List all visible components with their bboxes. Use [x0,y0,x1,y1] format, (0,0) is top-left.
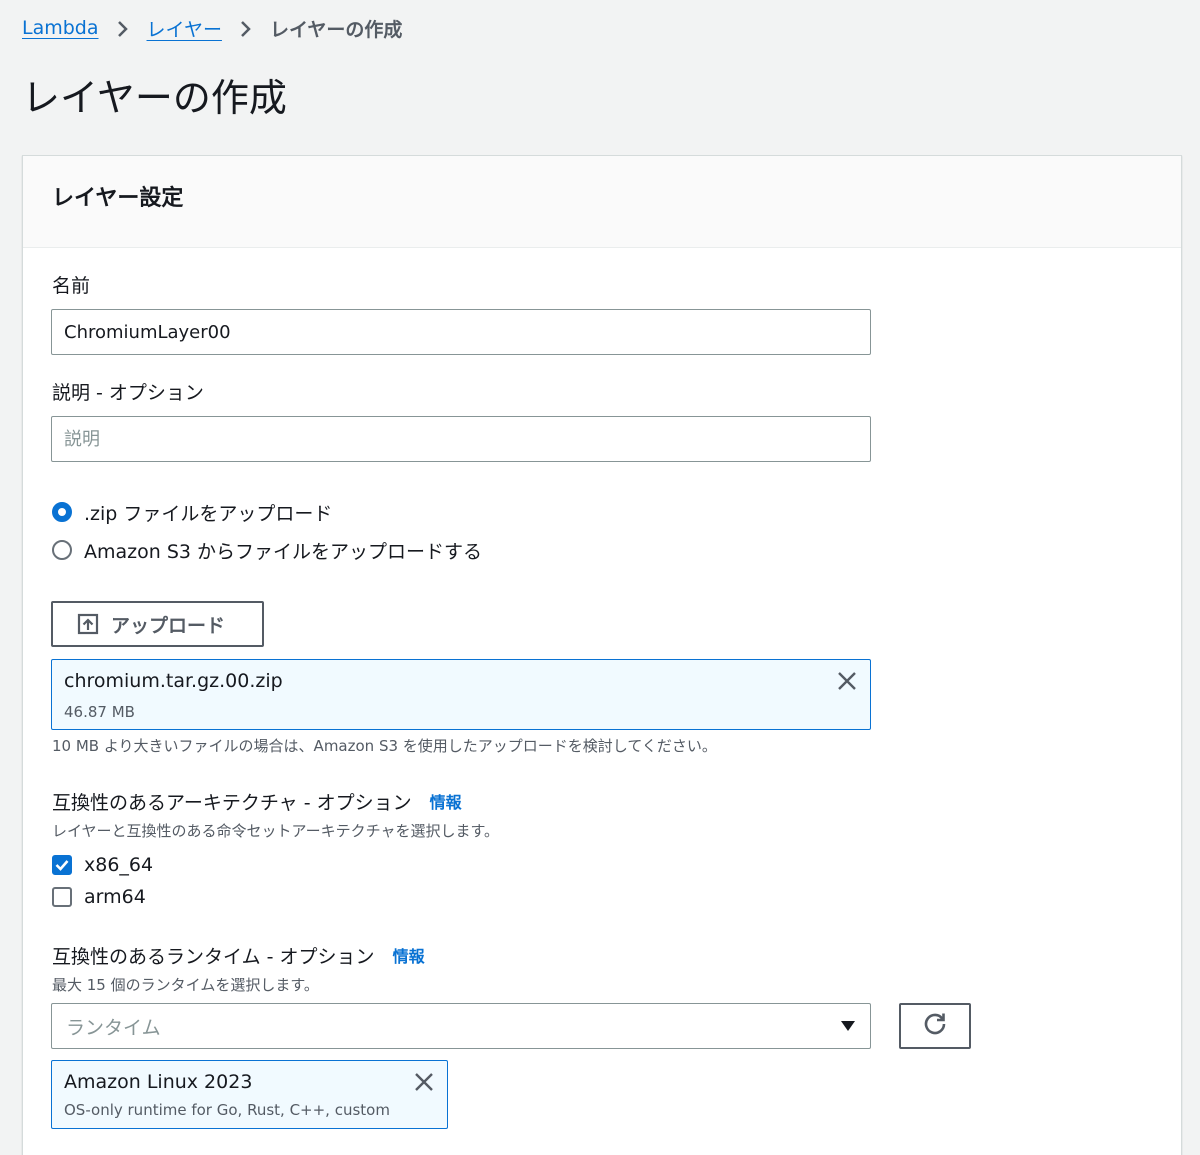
runtimes-info-link[interactable]: 情報 [393,943,425,971]
description-input[interactable] [51,416,871,462]
architectures-label: 互換性のあるアーキテクチャ - オプション [52,792,412,814]
radio-unselected-icon [52,540,72,560]
page-title: レイヤーの作成 [22,76,287,120]
upload-icon [77,613,99,635]
upload-button-label: アップロード [111,614,226,637]
breadcrumb-current: レイヤーの作成 [269,18,403,41]
panel-title: レイヤー設定 [52,186,184,211]
checkbox-label: x86_64 [84,854,154,876]
caret-down-icon [840,1017,856,1036]
file-hint: 10 MB より大きいファイルの場合は、Amazon S3 を使用したアップロー… [52,737,717,755]
breadcrumb: Lambda レイヤー レイヤーの作成 [22,14,402,42]
close-icon[interactable] [413,1071,435,1093]
panel-header [23,156,1181,248]
checkbox-x86_64[interactable]: x86_64 [52,850,153,880]
refresh-button[interactable] [899,1003,971,1049]
uploaded-file-token: chromium.tar.gz.00.zip 46.87 MB [51,659,871,730]
close-icon[interactable] [836,670,858,692]
architectures-description: レイヤーと互換性のある命令セットアーキテクチャを選択します。 [52,822,500,840]
checkbox-unchecked-icon [52,887,72,907]
radio-label: .zip ファイルをアップロード [84,502,333,525]
breadcrumb-lambda[interactable]: Lambda [22,17,99,39]
layer-settings-panel: レイヤー設定 名前 説明 - オプション .zip ファイルをアップロード Am… [22,155,1182,1155]
architectures-info-link[interactable]: 情報 [430,789,462,817]
runtimes-description: 最大 15 個のランタイムを選択します。 [52,976,319,994]
breadcrumb-layers[interactable]: レイヤー [147,15,222,42]
checkbox-label: arm64 [84,886,146,908]
upload-button[interactable]: アップロード [51,601,264,647]
radio-selected-icon [52,502,72,522]
chevron-right-icon [99,17,147,39]
radio-upload-zip[interactable]: .zip ファイルをアップロード [52,497,332,527]
description-label: 説明 - オプション [52,382,204,404]
runtime-token: Amazon Linux 2023 OS-only runtime for Go… [51,1060,448,1129]
runtime-select-placeholder: ランタイム [66,1016,161,1039]
architectures-label-row: 互換性のあるアーキテクチャ - オプション 情報 [52,789,462,817]
radio-label: Amazon S3 からファイルをアップロードする [84,540,483,563]
runtimes-label-row: 互換性のあるランタイム - オプション 情報 [52,943,425,971]
file-name: chromium.tar.gz.00.zip [64,670,283,692]
refresh-icon [922,1011,948,1041]
checkbox-checked-icon [52,855,72,875]
runtime-token-description: OS-only runtime for Go, Rust, C++, custo… [64,1101,390,1119]
name-label: 名前 [52,275,91,297]
name-input[interactable] [51,309,871,355]
file-size: 46.87 MB [64,703,135,721]
runtimes-label: 互換性のあるランタイム - オプション [52,946,375,968]
runtime-select[interactable]: ランタイム [51,1003,871,1049]
radio-upload-s3[interactable]: Amazon S3 からファイルをアップロードする [52,535,482,565]
runtime-token-name: Amazon Linux 2023 [64,1071,253,1093]
chevron-right-icon [222,17,270,39]
checkbox-arm64[interactable]: arm64 [52,882,146,912]
